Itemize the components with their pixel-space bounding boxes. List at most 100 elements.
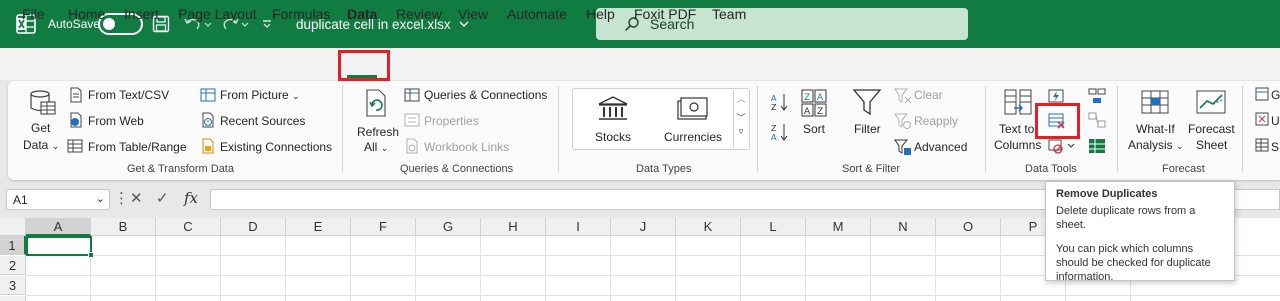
group-button[interactable]: G <box>1271 88 1280 102</box>
select-all-button[interactable] <box>0 218 26 236</box>
column-header-m[interactable]: M <box>806 218 871 236</box>
more-options-icon[interactable]: ⋮ <box>114 189 129 210</box>
ribbon-separator <box>757 86 758 172</box>
chevron-down-icon: ⌄ <box>95 193 105 205</box>
refresh-icon <box>363 88 391 121</box>
consolidate-icon[interactable] <box>1088 88 1106 107</box>
tab-home[interactable]: Home <box>68 6 105 28</box>
svg-text:A: A <box>817 93 824 103</box>
gallery-scroll[interactable]: ︿ ﹀ ▿ <box>733 90 748 148</box>
forecast-sheet-button[interactable]: Forecast <box>1188 122 1235 136</box>
from-picture-button[interactable]: From Picture ⌄ <box>220 88 300 102</box>
data-validation-icon[interactable] <box>1048 138 1076 157</box>
workbook-links-button[interactable]: Workbook Links <box>424 140 509 154</box>
from-web-button[interactable]: From Web <box>88 114 144 128</box>
forecast-sheet-button-line2[interactable]: Sheet <box>1196 138 1227 152</box>
grid-column-line <box>155 236 156 301</box>
tab-insert[interactable]: Insert <box>124 6 159 28</box>
column-header-c[interactable]: C <box>156 218 221 236</box>
ribbon-separator <box>985 86 986 172</box>
text-to-columns-icon <box>1003 88 1033 121</box>
column-header-l[interactable]: L <box>741 218 806 236</box>
filter-button[interactable]: Filter <box>854 122 881 136</box>
data-model-icon[interactable] <box>1088 138 1106 157</box>
tab-file[interactable]: File <box>22 6 45 28</box>
grid-column-line <box>805 236 806 301</box>
tab-foxit-pdf[interactable]: Foxit PDF <box>634 6 696 28</box>
what-if-analysis-button-line2[interactable]: Analysis ⌄ <box>1128 138 1184 152</box>
sort-z-a-icon[interactable]: ZA <box>771 122 789 145</box>
grid-column-line <box>220 236 221 301</box>
stocks-button[interactable]: Stocks <box>595 130 631 144</box>
clear-filter-icon <box>894 87 912 108</box>
text-to-columns-button[interactable]: Text to <box>999 122 1034 136</box>
remove-duplicates-tooltip: Remove Duplicates Delete duplicate rows … <box>1045 181 1235 283</box>
advanced-filter-icon <box>894 138 912 159</box>
column-header-e[interactable]: E <box>286 218 351 236</box>
row-header-3[interactable]: 3 <box>0 276 26 295</box>
get-data-button-line2[interactable]: Data ⌄ <box>23 138 59 152</box>
grid-column-line <box>610 236 611 301</box>
picture-icon <box>200 87 216 106</box>
reapply-button[interactable]: Reapply <box>914 114 958 128</box>
column-header-n[interactable]: N <box>871 218 936 236</box>
grid-column-line <box>350 236 351 301</box>
queries-connections-button[interactable]: Queries & Connections <box>424 88 547 102</box>
from-table-range-button[interactable]: From Table/Range <box>88 140 187 154</box>
ungroup-icon[interactable] <box>1255 112 1269 129</box>
row-header-2[interactable]: 2 <box>0 256 26 275</box>
get-data-button[interactable]: Get <box>31 121 50 135</box>
filter-icon <box>852 87 882 120</box>
subtotal-icon[interactable] <box>1255 138 1269 155</box>
column-header-i[interactable]: I <box>546 218 611 236</box>
ungroup-button[interactable]: U <box>1271 114 1280 128</box>
insert-function-icon[interactable]: fx <box>184 189 198 210</box>
column-header-o[interactable]: O <box>936 218 1001 236</box>
advanced-button[interactable]: Advanced <box>914 140 967 154</box>
properties-button[interactable]: Properties <box>424 114 479 128</box>
tab-team[interactable]: Team <box>712 6 746 28</box>
stocks-icon <box>597 95 629 126</box>
column-header-h[interactable]: H <box>481 218 546 236</box>
tab-help[interactable]: Help <box>586 6 615 28</box>
text-to-columns-button-line2[interactable]: Columns <box>994 138 1041 152</box>
enter-icon[interactable]: ✓ <box>156 189 169 210</box>
sort-button[interactable]: Sort <box>803 122 825 136</box>
row-header[interactable] <box>0 296 26 301</box>
tab-review[interactable]: Review <box>396 6 442 28</box>
tab-data[interactable]: Data <box>347 6 377 28</box>
relationships-icon[interactable] <box>1088 112 1106 131</box>
column-header-j[interactable]: J <box>611 218 676 236</box>
name-box[interactable]: A1 ⌄ <box>6 189 110 210</box>
ribbon-separator <box>558 86 559 172</box>
tab-formulas[interactable]: Formulas <box>272 6 330 28</box>
column-header-b[interactable]: B <box>91 218 156 236</box>
clear-button[interactable]: Clear <box>914 88 943 102</box>
column-header-g[interactable]: G <box>416 218 481 236</box>
active-cell[interactable] <box>26 236 94 258</box>
recent-sources-button[interactable]: Recent Sources <box>220 114 305 128</box>
from-text-csv-button[interactable]: From Text/CSV <box>88 88 169 102</box>
grid-column-line <box>415 236 416 301</box>
sort-a-z-icon[interactable]: AZ <box>771 92 789 115</box>
refresh-all-button-line2[interactable]: All ⌄ <box>364 140 388 154</box>
column-header-f[interactable]: F <box>351 218 416 236</box>
grid-column-line <box>480 236 481 301</box>
tab-page-layout[interactable]: Page Layout <box>178 6 257 28</box>
existing-connections-button[interactable]: Existing Connections <box>220 140 332 154</box>
fill-handle[interactable] <box>88 252 94 258</box>
column-header-a[interactable]: A <box>26 218 91 236</box>
column-header-d[interactable]: D <box>221 218 286 236</box>
refresh-all-button[interactable]: Refresh <box>357 125 399 139</box>
currencies-button[interactable]: Currencies <box>664 130 722 144</box>
column-header-k[interactable]: K <box>676 218 741 236</box>
cancel-icon[interactable]: ✕ <box>130 189 143 210</box>
subtotal-button[interactable]: S <box>1271 140 1279 154</box>
forecast-sheet-icon <box>1195 88 1227 121</box>
tab-view[interactable]: View <box>458 6 488 28</box>
customize-qat-icon[interactable] <box>262 0 272 48</box>
tab-automate[interactable]: Automate <box>507 6 567 28</box>
row-header-1[interactable]: 1 <box>0 236 26 255</box>
group-icon[interactable] <box>1255 87 1269 104</box>
what-if-analysis-button[interactable]: What-If <box>1136 122 1175 136</box>
